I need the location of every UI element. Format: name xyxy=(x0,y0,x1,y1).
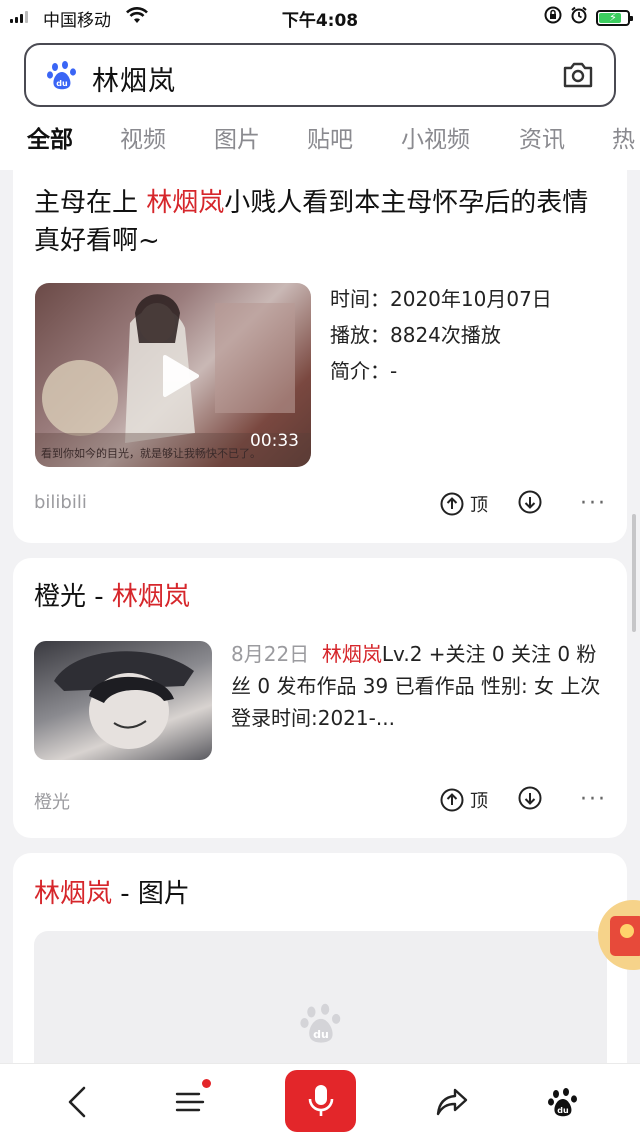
arrow-down-circle-icon xyxy=(518,786,542,810)
tab-images[interactable]: 图片 xyxy=(214,120,260,154)
arrow-up-circle-icon xyxy=(440,492,464,516)
downvote-button[interactable] xyxy=(518,490,542,518)
result-card-video[interactable]: 主母在上 林烟岚小贱人看到本主母怀孕后的表情真好看啊~ 看到你如今的目光，就是够… xyxy=(13,152,627,543)
svg-text:du: du xyxy=(56,79,68,88)
result-title[interactable]: 橙光 - 林烟岚 xyxy=(34,578,614,616)
result-title[interactable]: 林烟岚 - 图片 xyxy=(34,875,614,913)
tab-tieba[interactable]: 贴吧 xyxy=(307,120,353,154)
more-options-icon[interactable]: ··· xyxy=(580,789,607,811)
share-icon xyxy=(436,1088,468,1115)
info-time: 时间：2020年10月07日 xyxy=(330,287,552,311)
chevron-left-icon xyxy=(68,1086,86,1117)
back-button[interactable] xyxy=(55,1064,99,1138)
svg-text:du: du xyxy=(557,1106,569,1115)
info-plays: 播放：8824次播放 xyxy=(330,323,501,347)
downvote-button[interactable] xyxy=(518,786,542,814)
battery-icon: ⚡ xyxy=(596,9,633,26)
result-actions: 顶 ··· xyxy=(440,490,607,518)
baidu-home-button[interactable]: du xyxy=(541,1064,585,1138)
result-actions: 顶 ··· xyxy=(440,786,607,814)
svg-text:du: du xyxy=(313,1028,329,1041)
baidu-paw-icon: du xyxy=(299,1001,343,1049)
camera-icon[interactable] xyxy=(562,60,594,94)
tab-short-video[interactable]: 小视频 xyxy=(401,120,470,154)
video-thumbnail[interactable]: 看到你如今的目光，就是够让我畅快不已了。 00:33 xyxy=(35,283,311,467)
share-button[interactable] xyxy=(430,1064,474,1138)
scroll-indicator[interactable] xyxy=(632,514,636,632)
result-source[interactable]: 橙光 xyxy=(34,788,70,814)
baidu-paw-icon: du xyxy=(548,1087,577,1116)
result-title[interactable]: 主母在上 林烟岚小贱人看到本主母怀孕后的表情真好看啊~ xyxy=(34,184,614,260)
profile-description: 8月22日 林烟岚Lv.2 +关注 0 关注 0 粉丝 0 发布作品 39 已看… xyxy=(231,642,601,730)
tab-all[interactable]: 全部 xyxy=(27,120,73,154)
video-duration: 00:33 xyxy=(250,431,299,451)
play-icon[interactable] xyxy=(153,351,203,401)
baidu-paw-icon: du xyxy=(46,59,78,95)
upvote-button[interactable]: 顶 xyxy=(440,787,488,813)
voice-search-button[interactable] xyxy=(285,1070,356,1132)
more-options-icon[interactable]: ··· xyxy=(580,493,607,515)
tab-hot[interactable]: 热 xyxy=(612,120,635,154)
alarm-icon xyxy=(570,6,588,29)
orientation-lock-icon xyxy=(544,6,562,29)
profile-thumbnail[interactable] xyxy=(34,641,212,760)
upvote-button[interactable]: 顶 xyxy=(440,491,488,517)
search-header: du 林烟岚 全部 视频 图片 贴吧 小视频 资讯 热 xyxy=(0,34,640,170)
arrow-down-circle-icon xyxy=(518,490,542,514)
status-bar: 中国移动 下午4:08 ⚡ xyxy=(0,0,640,34)
video-info: 时间：2020年10月07日 播放：8824次播放 简介：- xyxy=(330,281,552,389)
menu-icon xyxy=(175,1092,205,1111)
tab-video[interactable]: 视频 xyxy=(120,120,166,154)
info-summary: 简介：- xyxy=(330,359,398,383)
tab-news[interactable]: 资讯 xyxy=(519,120,565,154)
search-input[interactable]: du 林烟岚 xyxy=(24,43,616,107)
notification-dot xyxy=(202,1079,211,1088)
menu-button[interactable] xyxy=(168,1064,212,1138)
search-query: 林烟岚 xyxy=(92,66,176,97)
result-source[interactable]: bilibili xyxy=(34,492,87,513)
microphone-icon xyxy=(308,1085,333,1116)
arrow-up-circle-icon xyxy=(440,788,464,812)
bottom-toolbar: du xyxy=(0,1063,640,1138)
result-card-profile[interactable]: 橙光 - 林烟岚 8月22日 林烟岚Lv.2 +关注 0 关注 0 粉丝 0 发… xyxy=(13,558,627,838)
